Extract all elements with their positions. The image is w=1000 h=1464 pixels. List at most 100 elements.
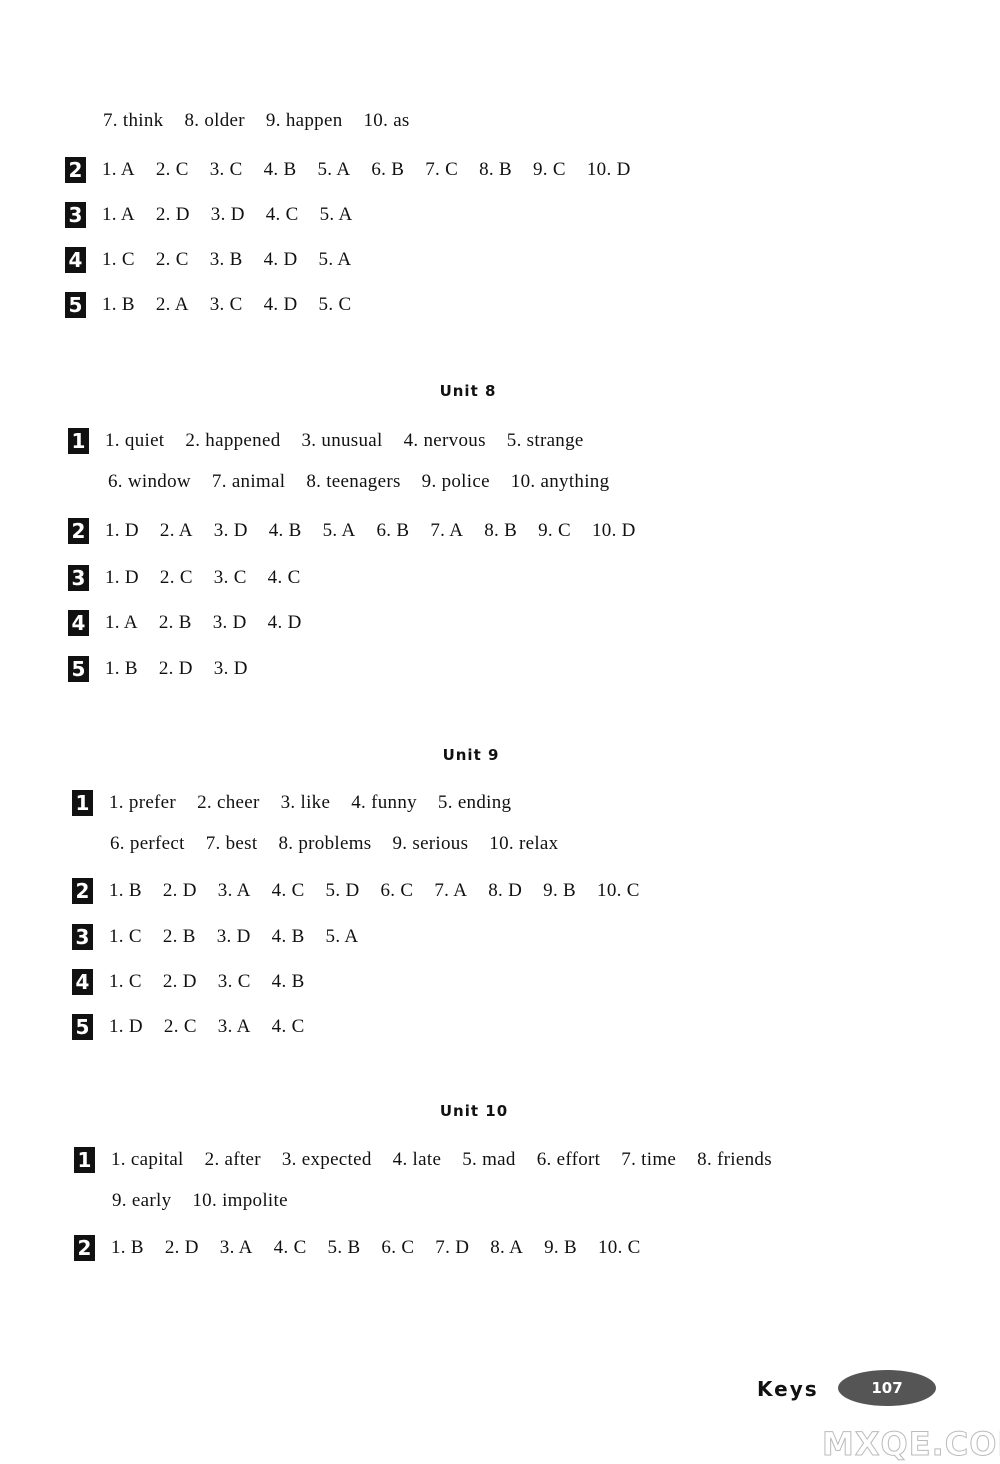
answer-item: 1. C	[109, 971, 142, 992]
exercise-answer-row: 3 1. A 2. D 3. D 4. C 5. A	[65, 202, 373, 228]
answer-item: 2. C	[159, 567, 193, 588]
answer-item: 1. D	[105, 567, 139, 588]
answer-item: 3. unusual	[301, 430, 383, 451]
exercise-number-badge: 2	[74, 1235, 95, 1261]
answer-item: 6. C	[381, 1237, 415, 1258]
answer-item: 3. expected	[281, 1149, 372, 1170]
exercise-answer-row: 5 1. B 2. D 3. D	[68, 656, 269, 682]
exercise-answer-row: 4 1. A 2. B 3. D 4. D	[68, 610, 323, 636]
answer-item: 2. D	[158, 658, 193, 679]
answer-item: 10. relax	[489, 833, 559, 854]
answer-item: 6. window	[108, 471, 191, 492]
exercise-answer-row: 1 1. capital 2. after 3. expected 4. late 5. …	[74, 1147, 793, 1173]
exercise-number-badge: 3	[65, 202, 86, 228]
answer-item: 1. A	[102, 204, 135, 225]
answer-item: 7. think	[103, 110, 164, 131]
answer-item: 7. D	[435, 1237, 470, 1258]
answer-item: 1. capital	[111, 1149, 184, 1170]
exercise-answer-row: 5 1. B 2. A 3. C 4. D 5. C	[65, 292, 372, 318]
exercise-number-badge: 2	[68, 518, 89, 544]
answer-item: 4. nervous	[403, 430, 486, 451]
answer-item: 2. C	[155, 249, 189, 270]
answer-item: 4. C	[271, 880, 305, 901]
exercise-number-badge: 2	[72, 878, 93, 904]
answer-item: 2. D	[155, 204, 190, 225]
answer-item: 2. cheer	[197, 792, 260, 813]
answer-item: 9. B	[543, 880, 577, 901]
answer-item: 4. C	[273, 1237, 307, 1258]
page-number: 107	[871, 1379, 903, 1397]
answer-item: 5. A	[318, 249, 352, 270]
answer-item: 9. happen	[265, 110, 343, 131]
answer-item: 1. B	[102, 294, 135, 315]
answer-item: 10. C	[597, 880, 640, 901]
answer-item: 4. B	[271, 971, 305, 992]
exercise-answer-row: 2 1. B 2. D 3. A 4. C 5. D 6. C 7. A 8. D 9. B 10.…	[72, 878, 661, 904]
answer-item: 2. A	[159, 520, 193, 541]
exercise-number-badge: 5	[65, 292, 86, 318]
answer-item: 4. D	[267, 612, 302, 633]
answer-item: 1. D	[109, 1016, 143, 1037]
unit-heading: Unit 9	[442, 746, 500, 764]
answer-item: 8. B	[484, 520, 518, 541]
answer-item: 2. after	[204, 1149, 261, 1170]
answer-item: 1. B	[105, 658, 138, 679]
answer-item: 10. anything	[510, 471, 610, 492]
exercise-number-badge: 4	[65, 247, 86, 273]
answer-item: 3. B	[209, 249, 243, 270]
answer-item: 2. D	[162, 880, 197, 901]
answer-item: 2. A	[155, 294, 189, 315]
answer-item: 5. A	[325, 926, 359, 947]
answer-item: 10. as	[363, 110, 410, 131]
exercise-answer-row: 1 1. quiet 2. happened 3. unusual 4. nervous…	[68, 428, 605, 454]
exercise-answer-row: 3 1. C 2. B 3. D 4. B 5. A	[72, 924, 379, 950]
exercise-number-badge: 5	[68, 656, 89, 682]
exercise-answer-row: 1 1. prefer 2. cheer 3. like 4. funny 5. endi…	[72, 790, 532, 816]
answer-item: 3. D	[210, 204, 245, 225]
answer-item: 8. teenagers	[306, 471, 401, 492]
answer-item: 1. A	[102, 159, 135, 180]
answer-item: 5. A	[317, 159, 351, 180]
answer-item: 8. B	[479, 159, 512, 180]
answer-item: 10. D	[591, 520, 636, 541]
answer-item: 5. strange	[506, 430, 584, 451]
answer-item: 10. C	[597, 1237, 641, 1258]
answer-item: 4. C	[271, 1016, 305, 1037]
exercise-number-badge: 3	[72, 924, 93, 950]
exercise-answer-row: 5 1. D 2. C 3. A 4. C	[72, 1014, 326, 1040]
exercise-number-badge: 4	[68, 610, 89, 636]
answer-item: 6. effort	[536, 1149, 601, 1170]
answer-item: 4. late	[392, 1149, 442, 1170]
answer-item: 1. B	[111, 1237, 144, 1258]
answer-item: 4. B	[263, 159, 297, 180]
answer-item: 4. funny	[351, 792, 417, 813]
exercise-number-badge: 1	[72, 790, 93, 816]
answer-item: 4. B	[268, 520, 302, 541]
answer-item: 2. B	[158, 612, 192, 633]
answer-item: 7. animal	[211, 471, 286, 492]
answer-item: 8. friends	[697, 1149, 772, 1170]
answer-item: 9. C	[533, 159, 566, 180]
answer-continuation-row: 6. perfect 7. best 8. problems 9. serious 10…	[110, 833, 579, 855]
answer-item: 1. D	[105, 520, 139, 541]
unit-heading: Unit 10	[439, 1102, 509, 1120]
answer-item: 2. happened	[185, 430, 281, 451]
exercise-number-badge: 3	[68, 565, 89, 591]
answer-item: 5. D	[325, 880, 360, 901]
answer-item: 1. quiet	[105, 430, 165, 451]
answer-item: 2. C	[163, 1016, 197, 1037]
answer-item: 1. prefer	[109, 792, 177, 813]
answer-item: 3. A	[217, 1016, 251, 1037]
exercise-answer-row: 3 1. D 2. C 3. C 4. C	[68, 565, 322, 591]
answer-item: 3. D	[216, 926, 251, 947]
exercise-answer-row: 4 1. C 2. D 3. C 4. B	[72, 969, 326, 995]
answer-item: 9. early	[112, 1190, 172, 1211]
answer-item: 5. C	[318, 294, 352, 315]
exercise-answer-row: 2 1. D 2. A 3. D 4. B 5. A 6. B 7. A 8. B 9. C 10.…	[68, 518, 657, 544]
answer-item: 9. police	[421, 471, 490, 492]
answer-item: 7. time	[621, 1149, 677, 1170]
answer-item: 4. D	[263, 249, 298, 270]
answer-item: 3. C	[217, 971, 251, 992]
exercise-answer-row: 2 1. B 2. D 3. A 4. C 5. B 6. C 7. D 8. A 9. B 10.…	[74, 1235, 662, 1261]
answer-item: 9. C	[538, 520, 571, 541]
